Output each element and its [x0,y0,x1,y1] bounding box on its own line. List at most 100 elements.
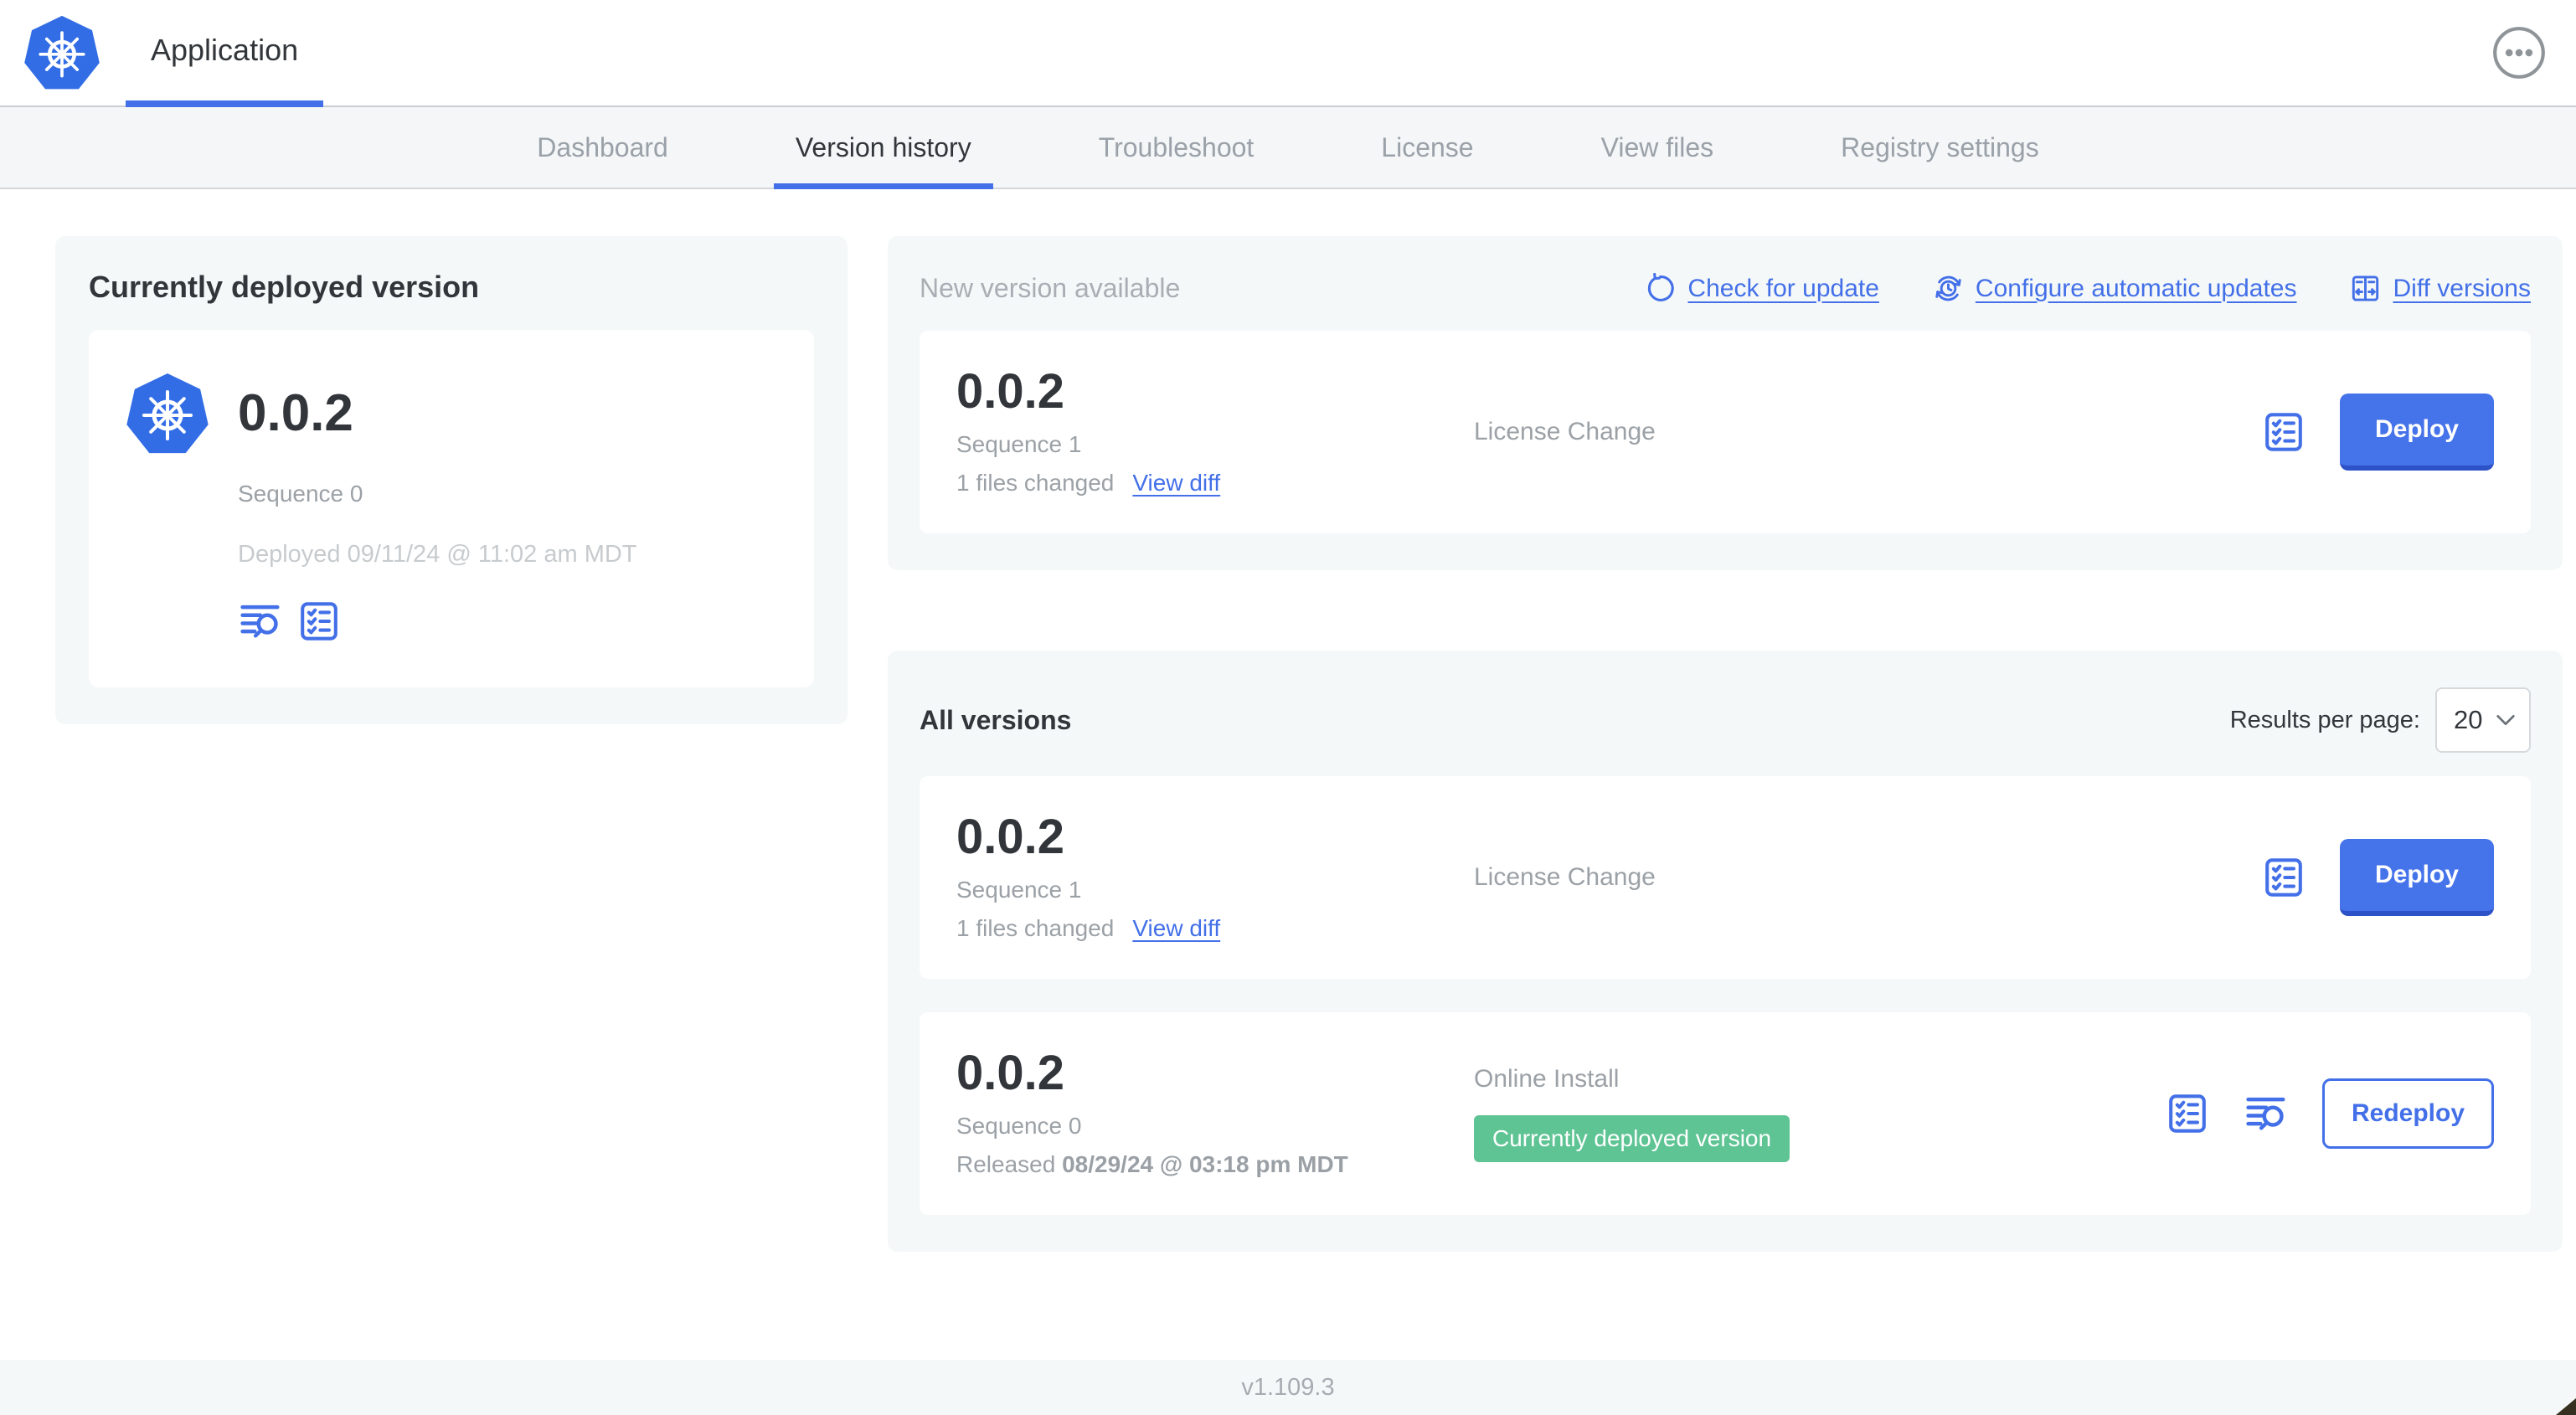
version-source-block: Online Install Currently deployed versio… [1474,1065,2165,1162]
tab-label: License [1381,131,1474,162]
chevron-down-icon [2496,714,2515,726]
all-versions-title: All versions [920,704,1072,735]
app-title: Application [151,33,299,67]
deployed-version-meta: Sequence 0 Deployed 09/11/24 @ 11:02 am … [238,481,781,644]
diff-versions-link[interactable]: Diff versions [2350,273,2531,304]
version-number: 0.0.2 [956,1046,1064,1100]
deployed-version-actions [238,599,781,644]
version-actions: Deploy [2261,839,2494,916]
files-changed-row: 1 files changed View diff [956,470,1474,497]
currently-deployed-title: Currently deployed version [89,270,480,304]
version-config-button[interactable] [2165,1091,2210,1136]
clock-refresh-icon [1935,275,1961,301]
version-sequence: Sequence 1 [956,877,1082,903]
app-subnav: Dashboard Version history Troubleshoot L… [0,107,2576,189]
tab-label: View files [1600,131,1714,162]
files-changed-row: 1 files changed View diff [956,915,1474,942]
version-source: Online Install [1474,1065,1620,1093]
tab-dashboard[interactable]: Dashboard [515,107,690,188]
logs-icon [2244,1091,2289,1136]
new-version-row: 0.0.2 Sequence 1 1 files changed View di… [920,331,2531,533]
version-row: 0.0.2 Sequence 1 1 files changed View di… [920,776,2531,979]
version-source-block: License Change [1474,418,2261,446]
currently-deployed-panel: Currently deployed version 0.0.2 Sequenc… [55,236,848,724]
tab-version-history[interactable]: Version history [773,107,993,189]
kots-admin-page: Application Dashboard Version history Tr… [0,0,2576,1415]
kubernetes-logo [126,370,209,457]
all-versions-section: All versions Results per page: 20 0.0.2 … [888,651,2563,1252]
kubernetes-logo[interactable] [23,13,100,93]
version-source: License Change [1474,418,1656,445]
all-versions-header: All versions Results per page: 20 [920,687,2531,753]
version-number: 0.0.2 [956,810,1064,864]
checklist-icon [2261,855,2306,900]
version-number: 0.0.2 [956,364,1064,419]
version-info: 0.0.2 Sequence 0 Released 08/29/24 @ 03:… [956,1049,1474,1178]
tab-license[interactable]: License [1359,107,1495,188]
mouse-cursor-artifact [2556,1398,2576,1415]
version-config-button[interactable] [2261,409,2306,455]
new-version-section: New version available Check for update C… [888,236,2563,570]
console-version: v1.109.3 [1241,1373,1335,1401]
results-per-page-value: 20 [2454,705,2483,734]
refresh-icon [1648,273,1675,301]
app-footer: v1.109.3 [0,1360,2576,1415]
more-menu-button[interactable] [2492,26,2546,80]
deployed-version-header: 0.0.2 [126,370,781,457]
deploy-button[interactable]: Deploy [2339,394,2494,471]
checklist-icon [2261,409,2306,455]
deploy-logs-button[interactable] [2244,1091,2289,1136]
top-header: Application [0,0,2576,107]
version-info: 0.0.2 Sequence 1 1 files changed View di… [956,368,1474,497]
currently-deployed-badge: Currently deployed version [1474,1115,1790,1162]
released-timestamp: Released 08/29/24 @ 03:18 pm MDT [956,1151,1474,1178]
app-tab[interactable]: Application [126,0,324,107]
ellipsis-menu-icon [2492,26,2546,80]
diff-icon [2352,275,2379,301]
diff-versions-label: Diff versions [2393,274,2531,302]
files-changed-text: 1 files changed [956,470,1115,496]
version-sequence: Sequence 0 [956,1113,1082,1139]
version-row: 0.0.2 Sequence 0 Released 08/29/24 @ 03:… [920,1012,2531,1215]
deployed-version-number: 0.0.2 [238,384,353,442]
tab-view-files[interactable]: View files [1579,107,1736,188]
configure-automatic-updates-label: Configure automatic updates [1975,274,2297,302]
new-version-title: New version available [920,273,1181,303]
deployed-sequence: Sequence 0 [238,481,363,507]
logs-icon [238,599,283,644]
version-config-button[interactable] [2261,855,2306,900]
update-actions: Check for update Configure automatic upd… [1645,273,2531,304]
version-actions: Redeploy [2165,1078,2494,1149]
tab-troubleshoot[interactable]: Troubleshoot [1077,107,1276,188]
tab-label: Registry settings [1841,131,2039,162]
deploy-button[interactable]: Deploy [2339,839,2494,916]
check-for-update-label: Check for update [1687,274,1879,302]
view-diff-link[interactable]: View diff [1132,470,1220,497]
tab-label: Version history [795,131,971,162]
view-diff-link[interactable]: View diff [1132,915,1220,942]
version-sequence: Sequence 1 [956,431,1082,457]
configure-automatic-updates-link[interactable]: Configure automatic updates [1933,273,2297,304]
versions-column: New version available Check for update C… [888,236,2563,1252]
checklist-icon [296,599,342,644]
files-changed-text: 1 files changed [956,915,1115,941]
new-version-header: New version available Check for update C… [920,273,2531,304]
tab-label: Troubleshoot [1098,131,1255,162]
check-for-update-link[interactable]: Check for update [1645,273,1879,304]
results-per-page-label: Results per page: [2229,706,2420,733]
released-prefix: Released [956,1151,1056,1177]
version-source: License Change [1474,863,1656,891]
version-config-button[interactable] [296,599,342,644]
tab-label: Dashboard [537,131,668,162]
results-per-page-select[interactable]: 20 [2435,687,2531,753]
deployed-timestamp: Deployed 09/11/24 @ 11:02 am MDT [238,541,637,568]
version-actions: Deploy [2261,394,2494,471]
tab-registry-settings[interactable]: Registry settings [1819,107,2061,188]
results-per-page: Results per page: 20 [2230,687,2531,753]
checklist-icon [2165,1091,2210,1136]
version-source-block: License Change [1474,863,2261,892]
redeploy-button[interactable]: Redeploy [2321,1078,2494,1149]
deploy-logs-button[interactable] [238,599,283,644]
version-info: 0.0.2 Sequence 1 1 files changed View di… [956,813,1474,942]
